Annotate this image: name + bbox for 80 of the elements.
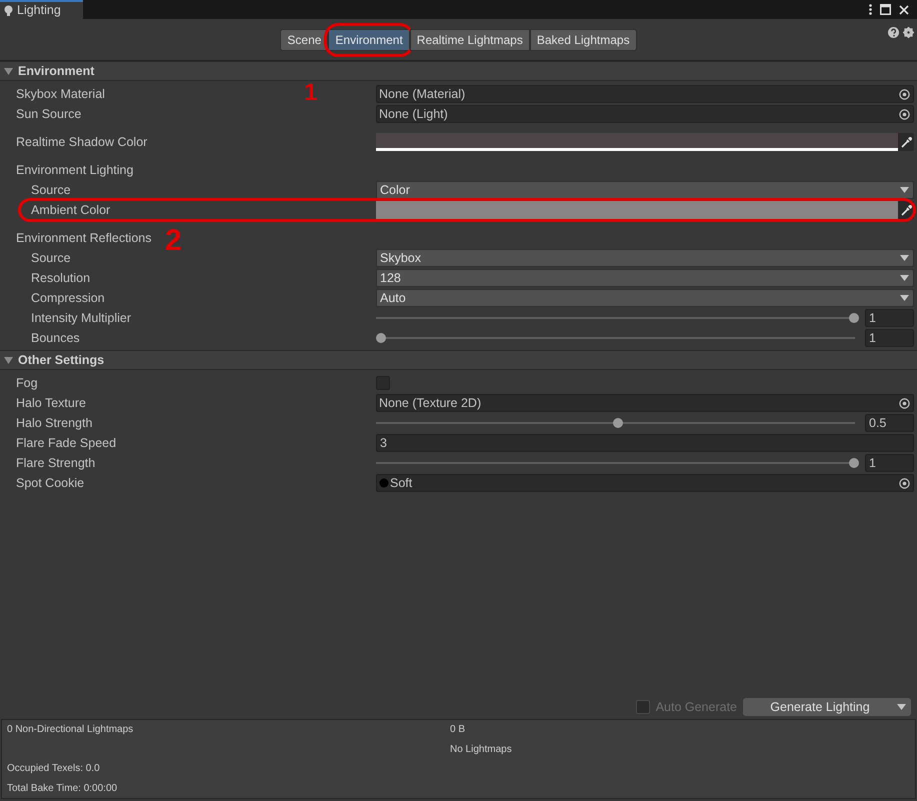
maximize-icon [880, 4, 891, 15]
dropdown[interactable]: 128 [376, 269, 914, 287]
field-label: Environment Reflections [16, 230, 152, 245]
dropdown-value: Auto [380, 290, 407, 307]
field-value: None (Light) [379, 106, 449, 123]
tab[interactable]: Realtime Lightmaps [410, 28, 530, 50]
number-field[interactable]: 0.5 [865, 414, 914, 432]
field-label: Spot Cookie [16, 476, 84, 490]
target-icon [899, 478, 910, 488]
section-header[interactable]: Other Settings [0, 350, 917, 370]
slider-thumb[interactable] [849, 458, 859, 468]
object-field[interactable]: None (Light) [376, 105, 914, 123]
stats-text: Total Bake Time: 0:00:00 [7, 782, 118, 796]
field-label: Flare Fade Speed [16, 436, 116, 450]
bulb-icon [4, 4, 13, 16]
callout-number: 1 [304, 81, 318, 105]
dropdown-value: 128 [380, 270, 402, 287]
slider-thumb[interactable] [376, 333, 386, 343]
field-label: Resolution [31, 270, 90, 285]
dropdown-value: Color [380, 182, 411, 199]
tab[interactable]: Baked Lightmaps [530, 28, 637, 50]
stats-text: Occupied Texels: 0.0 [7, 762, 101, 776]
number-field[interactable]: 1 [865, 329, 914, 347]
caret-icon [900, 255, 909, 261]
caret-icon [897, 704, 906, 710]
caret-icon [900, 187, 909, 193]
field-label: Ambient Color [31, 202, 110, 217]
stats-text: No Lightmaps [450, 742, 513, 757]
target-icon [899, 108, 910, 120]
dropdown-value: Skybox [380, 250, 422, 267]
expand-triangle-icon [4, 356, 13, 364]
generate-button[interactable]: Generate Lighting [743, 698, 911, 716]
target-icon [899, 88, 910, 100]
window-title: Lighting [17, 2, 61, 20]
field-value: None (Texture 2D) [379, 394, 482, 412]
field-label: Bounces [31, 330, 80, 345]
more-icon [869, 4, 872, 15]
target-icon [899, 398, 910, 408]
stats-text: 0 Non-Directional Lightmaps [7, 723, 134, 738]
tab[interactable]: Environment [328, 28, 410, 50]
number-field[interactable]: 1 [865, 309, 914, 327]
slider-thumb[interactable] [849, 313, 859, 323]
callout-number: 2 [165, 224, 182, 258]
dropdown[interactable]: Skybox [376, 249, 914, 267]
object-field[interactable]: None (Material) [376, 85, 914, 103]
stats-text: 0 B [450, 723, 466, 738]
field-value: Soft [390, 474, 414, 492]
window-tab[interactable]: Lighting [0, 0, 83, 19]
field-label: Source [31, 250, 71, 265]
dot-icon [379, 478, 389, 488]
field-label: Compression [31, 290, 105, 305]
section-header[interactable]: Environment [0, 61, 917, 81]
object-field[interactable]: Soft [376, 474, 914, 492]
caret-icon [900, 275, 909, 281]
slider-thumb[interactable] [612, 418, 622, 428]
field-label: Fog [16, 376, 38, 390]
field-label: Environment Lighting [16, 162, 134, 177]
object-field[interactable]: None (Texture 2D) [376, 394, 914, 412]
field-label: Intensity Multiplier [31, 310, 132, 325]
caret-icon [900, 295, 909, 301]
eyedropper-icon [900, 136, 912, 148]
field-label: Flare Strength [16, 456, 96, 470]
close-icon [899, 4, 909, 14]
settings-icon [903, 27, 914, 38]
field-label: Halo Texture [16, 396, 86, 410]
field-label: Sun Source [16, 106, 82, 121]
help-icon [888, 27, 899, 38]
field-label: Source [31, 182, 71, 197]
field-label: Halo Strength [16, 416, 92, 430]
color-field[interactable] [376, 133, 914, 151]
number-field[interactable]: 3 [376, 434, 914, 452]
expand-triangle-icon [4, 66, 13, 76]
tab[interactable]: Scene [280, 28, 328, 50]
number-field[interactable]: 1 [865, 454, 914, 472]
eyedropper-icon [900, 204, 912, 216]
field-label: Realtime Shadow Color [16, 134, 148, 149]
dropdown[interactable]: Color [376, 181, 914, 199]
field-label: Skybox Material [16, 86, 105, 101]
field-value: None (Material) [379, 86, 466, 103]
dropdown[interactable]: Auto [376, 289, 914, 307]
